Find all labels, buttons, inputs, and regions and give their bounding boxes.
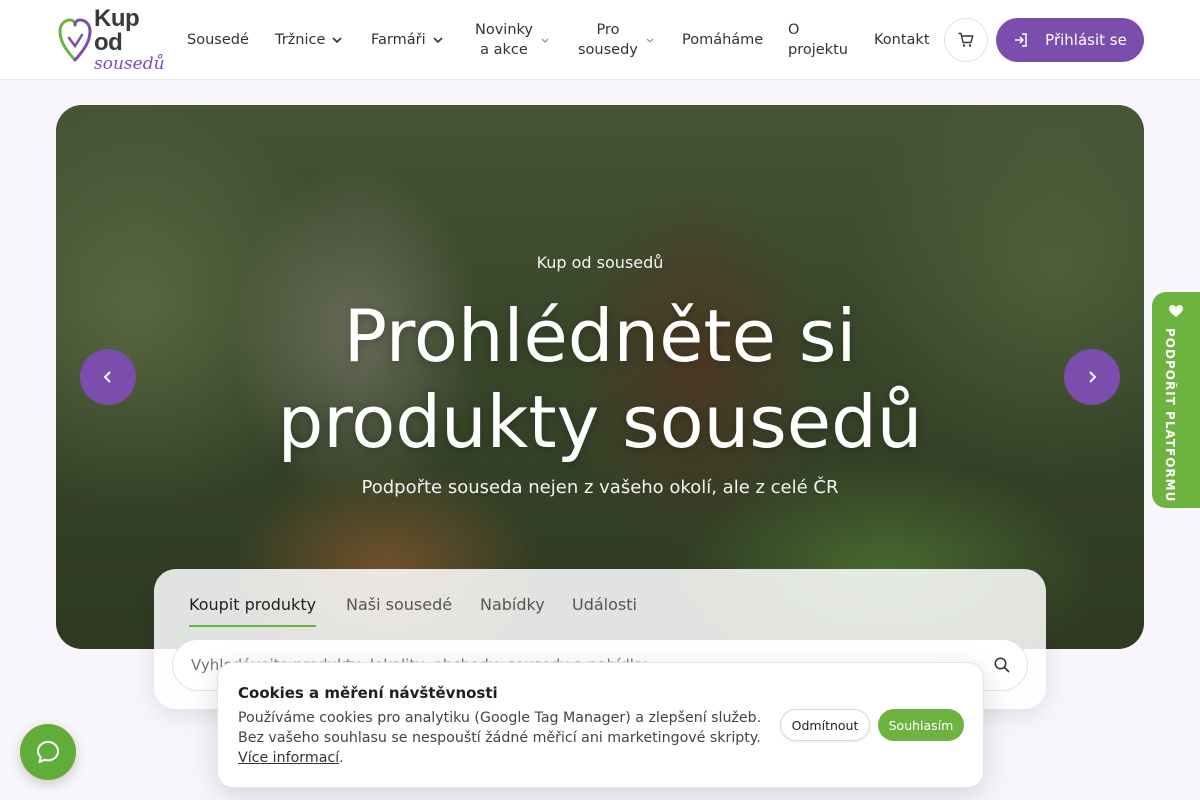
carousel-next-button[interactable] [1064,349,1120,405]
decline-cookies-button[interactable]: Odmítnout [780,709,870,741]
cookie-consent-dialog: Cookies a měření návštěvnosti Používáme … [217,662,984,788]
hero-subtitle: Podpořte souseda nejen z vašeho okolí, a… [361,477,839,498]
heart-icon [1169,305,1183,317]
cart-button[interactable] [944,18,988,62]
hero-eyebrow: Kup od sousedů [536,253,664,272]
tab-koupit-produkty[interactable]: Koupit produkty [189,589,317,627]
search-icon [994,657,1010,673]
more-info-link[interactable]: Více informací [238,750,339,766]
nav-label: a akce [480,42,528,58]
heart-logo-icon [58,18,92,62]
nav-item-pro-sousedy[interactable]: Pro sousedy [578,0,656,80]
nav-label: Sousedé [187,32,249,48]
tab-label: Události [572,595,637,614]
nav-item-novinky[interactable]: Novinky a akce [475,0,551,80]
cookie-body: Používáme cookies pro analytiku (Google … [238,710,762,746]
login-icon [1015,33,1027,47]
nav-label: projektu [788,42,848,58]
logo-text-line1: Kup od [94,5,140,56]
nav-item-kontakt[interactable]: Kontakt [874,0,930,80]
cookie-title: Cookies a měření návštěvnosti [238,684,498,702]
chat-bubble-icon [37,741,59,763]
cookie-link-suffix: . [339,750,344,766]
nav-label: O [788,22,800,38]
site-header: Kup od sousedů Sousedé Tržnice Farmáři N… [0,0,1200,80]
logo-text-line2: sousedů [94,54,165,74]
support-platform-tab[interactable]: PODPOŘIT PLATFORMU [1152,292,1200,508]
hero-title-line2: produkty sousedů [277,380,923,464]
tab-nasi-sousede[interactable]: Naši sousedé [346,589,452,627]
carousel-prev-button[interactable] [80,349,136,405]
cart-icon [958,32,974,47]
login-button[interactable]: Přihlásit se [996,18,1144,62]
chevron-right-icon [1089,371,1097,383]
nav-label: Pomáháme [682,32,764,48]
accept-cookies-button[interactable]: Souhlasím [878,709,964,741]
nav-label: sousedy [578,42,638,58]
nav-label: Farmáři [371,32,426,48]
chat-button[interactable] [20,724,76,780]
tab-label: Koupit produkty [189,595,317,614]
tab-nabidky[interactable]: Nabídky [480,589,545,627]
nav-item-farmari[interactable]: Farmáři [371,0,444,80]
nav-item-trznice[interactable]: Tržnice [275,0,343,80]
tab-label: Naši sousedé [346,595,453,614]
nav-label: Kontakt [874,32,930,48]
site-logo[interactable]: Kup od sousedů [58,7,170,73]
tab-label: Nabídky [480,595,545,614]
nav-item-o-projektu[interactable]: O projektu [788,0,848,80]
hero-title-line1: Prohlédněte si [343,294,857,378]
chevron-down-icon [433,37,443,44]
nav-label: Novinky [475,22,533,38]
support-tab-label: PODPOŘIT PLATFORMU [1163,328,1177,503]
login-label: Přihlásit se [1045,31,1127,49]
chevron-down-icon [541,38,549,43]
chevron-down-icon [646,38,654,43]
nav-label: Pro [596,22,620,38]
nav-label: Tržnice [275,32,326,48]
hero-banner: Kup od sousedů Prohlédněte si produkty s… [56,105,1144,649]
chevron-down-icon [332,37,342,44]
nav-item-pomahame[interactable]: Pomáháme [682,0,763,80]
nav-item-sousede[interactable]: Sousedé [187,0,249,80]
tab-udalosti[interactable]: Události [572,589,637,627]
hero-title: Prohlédněte si produkty sousedů [200,293,1000,465]
cookie-text: Používáme cookies pro analytiku (Google … [238,708,768,768]
chevron-left-icon [103,371,111,383]
search-button[interactable] [993,656,1011,674]
